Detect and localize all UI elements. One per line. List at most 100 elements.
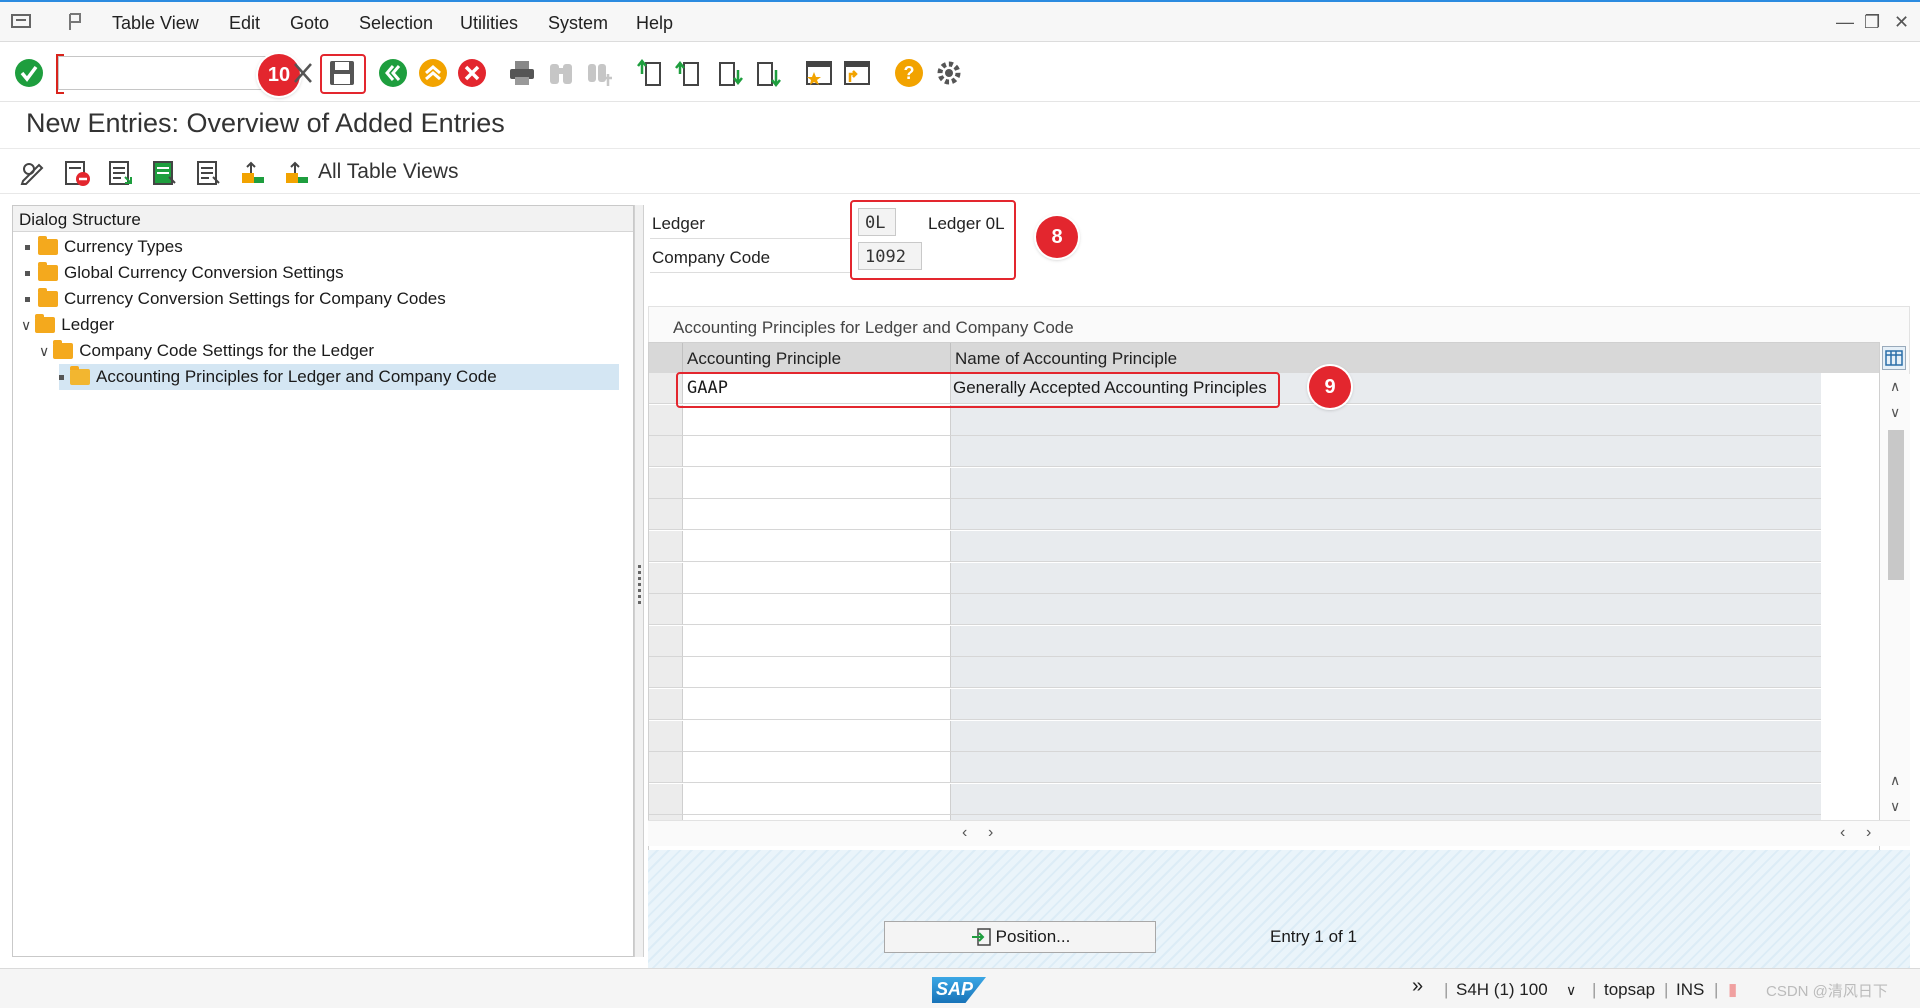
find-icon[interactable]	[546, 58, 576, 88]
minimize-icon[interactable]: —	[1836, 12, 1854, 33]
save-icon[interactable]	[327, 58, 357, 88]
scroll-page-down-icon[interactable]: ∨	[1890, 798, 1900, 815]
scroll-page-up-icon[interactable]: ∧	[1890, 772, 1900, 789]
row-selector[interactable]	[649, 720, 683, 752]
table-settings-icon[interactable]	[1882, 346, 1906, 370]
last-page-icon[interactable]	[752, 58, 782, 88]
cell-accounting-principle[interactable]	[683, 657, 951, 689]
back-icon[interactable]	[378, 58, 408, 88]
pin-icon[interactable]	[64, 11, 88, 33]
scroll-down-icon[interactable]: ∨	[1890, 404, 1900, 421]
find-next-icon[interactable]	[584, 58, 614, 88]
system-dropdown-icon[interactable]: ∨	[1566, 982, 1576, 999]
tree-item-ledger[interactable]: ∨ Ledger	[21, 312, 114, 338]
cell-accounting-principle[interactable]	[683, 404, 951, 436]
help-icon[interactable]: ?	[894, 58, 924, 88]
cell-accounting-principle[interactable]	[683, 499, 951, 531]
shortcut-icon[interactable]	[842, 58, 872, 88]
exit-icon[interactable]	[418, 58, 448, 88]
previous-page-icon[interactable]	[674, 58, 704, 88]
settings-gear-icon[interactable]	[934, 58, 964, 88]
row-selector[interactable]	[649, 752, 683, 784]
dialog-structure-panel: Dialog Structure Currency Types Global C…	[12, 205, 634, 957]
tree-item-currency-types[interactable]: Currency Types	[25, 234, 183, 260]
system-info[interactable]: S4H (1) 100	[1456, 980, 1548, 1000]
menu-help[interactable]: Help	[636, 13, 673, 34]
row-selector[interactable]	[649, 783, 683, 815]
row-selector[interactable]	[649, 531, 683, 562]
next-page-icon[interactable]	[714, 58, 744, 88]
chevron-down-icon[interactable]: ∨	[21, 317, 31, 334]
deselect-all-icon[interactable]	[194, 158, 224, 188]
tree-item-global-currency[interactable]: Global Currency Conversion Settings	[25, 260, 344, 286]
accounting-principles-table: Accounting Principle Name of Accounting …	[648, 342, 1880, 852]
position-button[interactable]: Position...	[884, 921, 1156, 953]
first-page-icon[interactable]	[636, 58, 666, 88]
scroll-right-icon[interactable]: ›	[988, 824, 993, 842]
panel-splitter[interactable]	[634, 205, 644, 957]
transport-icon[interactable]	[238, 158, 268, 188]
cell-accounting-principle[interactable]	[683, 594, 951, 626]
cell-accounting-principle[interactable]	[683, 625, 951, 657]
folder-icon	[38, 288, 58, 307]
row-selector[interactable]	[649, 467, 683, 499]
row-selector[interactable]	[649, 562, 683, 594]
tree-item-company-code-currency[interactable]: Currency Conversion Settings for Company…	[25, 286, 446, 312]
clear-icon[interactable]	[288, 58, 318, 88]
select-all-icon[interactable]	[106, 158, 136, 188]
sap-logo: SAP	[932, 977, 986, 1003]
tree-item-company-code-settings[interactable]: ∨ Company Code Settings for the Ledger	[39, 338, 374, 364]
select-block-icon[interactable]	[150, 158, 180, 188]
row-selector[interactable]	[649, 657, 683, 689]
cell-accounting-principle[interactable]	[683, 436, 951, 468]
create-session-icon[interactable]	[804, 58, 834, 88]
folder-icon	[38, 236, 58, 255]
window-menu-icon[interactable]	[10, 11, 34, 33]
row-selector[interactable]	[649, 689, 683, 720]
delete-row-icon[interactable]	[62, 158, 92, 188]
scroll-left-icon[interactable]: ‹	[962, 824, 967, 842]
menu-system[interactable]: System	[548, 13, 608, 34]
column-header-name[interactable]: Name of Accounting Principle	[951, 343, 1879, 373]
cancel-icon[interactable]	[457, 58, 487, 88]
cell-accounting-principle[interactable]	[683, 467, 951, 499]
all-table-views-button[interactable]: All Table Views	[318, 160, 458, 184]
menu-table-view[interactable]: Table View	[112, 13, 199, 34]
expand-status-icon[interactable]: »	[1412, 975, 1423, 998]
scroll-up-icon[interactable]: ∧	[1890, 378, 1900, 395]
column-header-accounting-principle[interactable]: Accounting Principle	[683, 343, 951, 373]
cell-accounting-principle[interactable]	[683, 531, 951, 562]
menu-edit[interactable]: Edit	[229, 13, 260, 34]
row-selector[interactable]	[649, 404, 683, 436]
change-display-icon[interactable]	[18, 158, 48, 188]
cell-accounting-principle[interactable]	[683, 689, 951, 720]
menu-utilities[interactable]: Utilities	[460, 13, 518, 34]
cell-accounting-principle[interactable]	[683, 720, 951, 752]
input-mode[interactable]: INS	[1676, 980, 1704, 1000]
row-selector[interactable]	[649, 594, 683, 626]
scroll-right-far-icon[interactable]: ›	[1866, 824, 1871, 842]
application-toolbar: All Table Views	[0, 150, 1920, 194]
cell-accounting-principle[interactable]	[683, 752, 951, 784]
scroll-thumb[interactable]	[1888, 430, 1904, 580]
enter-icon[interactable]	[14, 58, 44, 88]
tree-item-accounting-principles[interactable]: Accounting Principles for Ledger and Com…	[59, 364, 619, 390]
row-selector-header[interactable]	[649, 343, 683, 373]
chevron-down-icon[interactable]: ∨	[39, 343, 49, 360]
scroll-left-far-icon[interactable]: ‹	[1840, 824, 1845, 842]
all-table-views-icon[interactable]	[282, 158, 312, 188]
vertical-scrollbar[interactable]: ∧ ∨ ∧ ∨	[1882, 374, 1910, 820]
print-icon[interactable]	[507, 58, 537, 88]
cell-accounting-principle[interactable]	[683, 783, 951, 815]
menu-goto[interactable]: Goto	[290, 13, 329, 34]
command-field[interactable]	[58, 56, 274, 90]
footer-area	[648, 850, 1910, 968]
row-selector[interactable]	[649, 436, 683, 468]
menu-selection[interactable]: Selection	[359, 13, 433, 34]
cell-accounting-principle[interactable]	[683, 562, 951, 594]
row-selector[interactable]	[649, 499, 683, 531]
row-selector[interactable]	[649, 625, 683, 657]
splitter-grip[interactable]	[638, 565, 641, 605]
close-window-icon[interactable]: ✕	[1894, 12, 1909, 33]
restore-icon[interactable]: ❐	[1864, 12, 1880, 33]
